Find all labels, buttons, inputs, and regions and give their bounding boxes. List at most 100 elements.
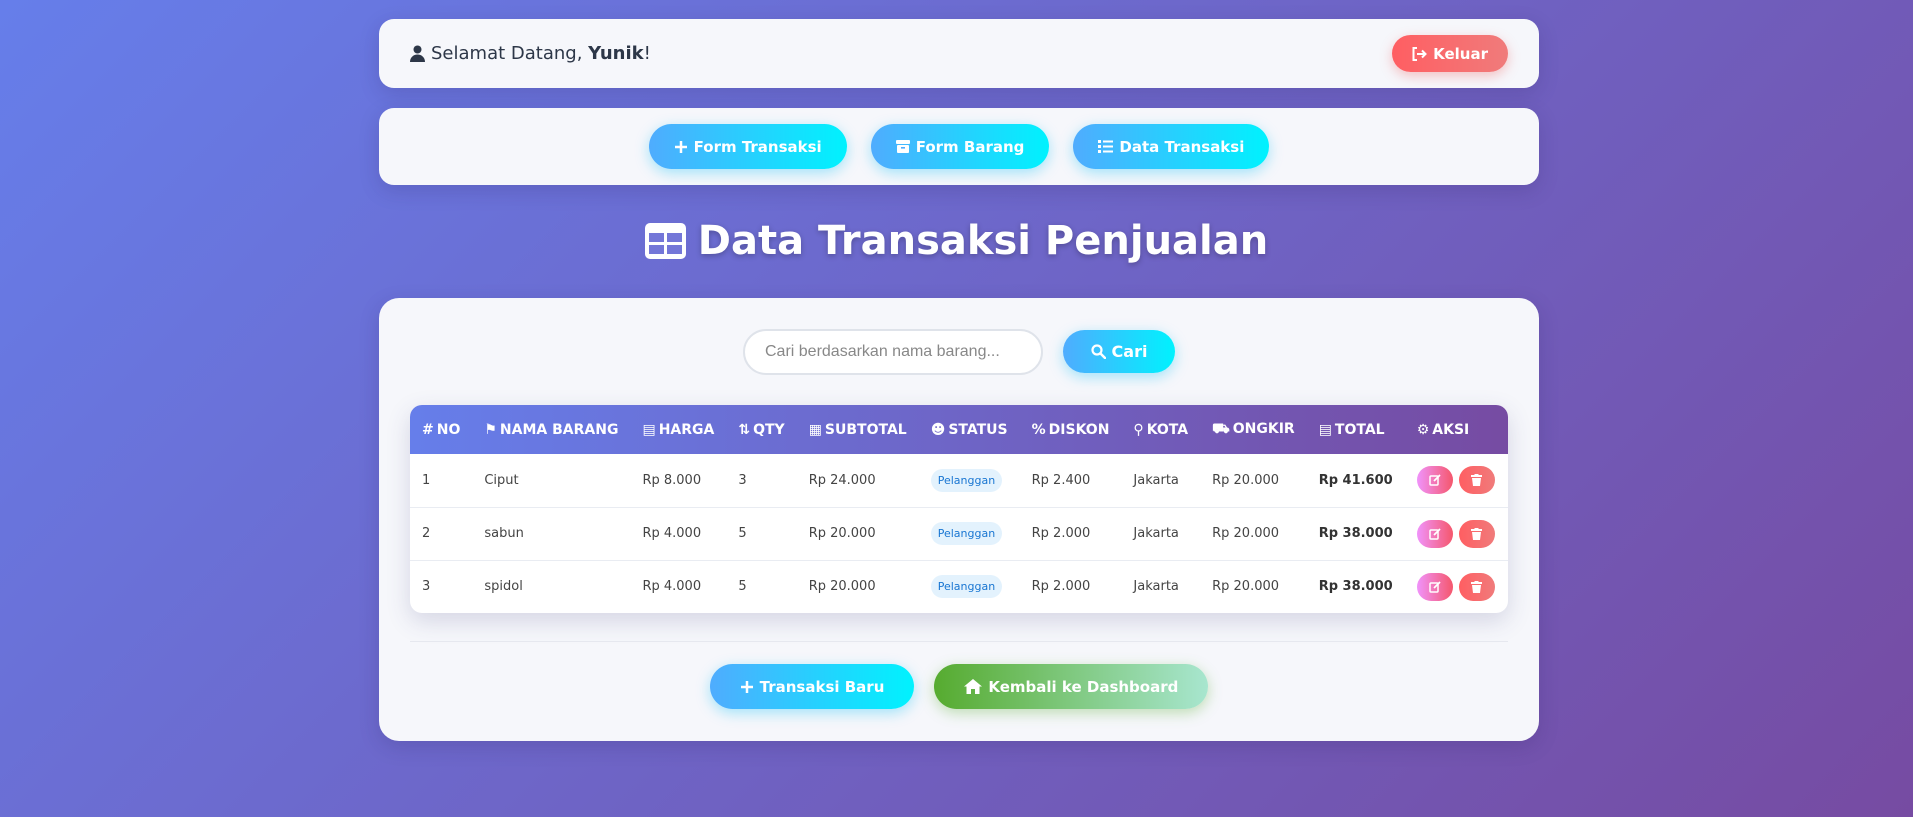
back-to-dashboard-label: Kembali ke Dashboard bbox=[988, 677, 1179, 696]
cell-diskon: Rp 2.000 bbox=[1019, 507, 1122, 561]
nav-label: Data Transaksi bbox=[1119, 137, 1245, 156]
column-label: HARGA bbox=[658, 421, 715, 438]
column-nama-barang: ⚑ NAMA BARANG bbox=[472, 405, 630, 454]
trash-icon bbox=[1471, 527, 1483, 540]
search-button-label: Cari bbox=[1111, 342, 1148, 361]
cell-ongkir: Rp 20.000 bbox=[1200, 454, 1307, 508]
exclaim-text: ! bbox=[643, 43, 651, 64]
column-no: # NO bbox=[410, 405, 472, 454]
column-label: NAMA BARANG bbox=[499, 421, 619, 438]
cell-nama: spidol bbox=[484, 579, 523, 595]
status-badge: Pelanggan bbox=[930, 468, 1003, 492]
new-transaction-label: Transaksi Baru bbox=[759, 677, 885, 696]
cell-aksi bbox=[1404, 454, 1508, 508]
column-label: KOTA bbox=[1146, 421, 1189, 438]
cell-aksi bbox=[1404, 507, 1508, 561]
logout-button[interactable]: Keluar bbox=[1392, 35, 1508, 72]
cell-kota: Jakarta bbox=[1121, 454, 1201, 508]
plus-icon bbox=[674, 140, 688, 154]
transaction-table: # NO ⚑ NAMA BARANG ▤ HARGA ⇅ QTY ▦ SUBTOTAL ☻… bbox=[410, 405, 1508, 613]
edit-button[interactable] bbox=[1416, 519, 1453, 548]
divider bbox=[410, 641, 1508, 642]
greeting-text: Selamat Datang, bbox=[431, 43, 589, 64]
page-title: Data Transaksi Penjualan bbox=[0, 218, 1913, 264]
edit-icon bbox=[1428, 581, 1441, 593]
cogs-icon: ⚙ bbox=[1416, 421, 1430, 438]
cell-kota: Jakarta bbox=[1133, 579, 1179, 595]
column-kota: ⚲ KOTA bbox=[1121, 405, 1200, 454]
back-to-dashboard-button[interactable]: Kembali ke Dashboard bbox=[934, 664, 1209, 709]
plus-icon bbox=[740, 680, 754, 694]
map-pin-icon: ⚲ bbox=[1133, 421, 1144, 438]
column-label: SUBTOTAL bbox=[824, 421, 907, 438]
edit-icon bbox=[1428, 527, 1441, 540]
list-icon bbox=[1098, 140, 1114, 153]
cell-qty: 5 bbox=[726, 507, 797, 561]
cell-qty: 5 bbox=[738, 579, 747, 595]
footer-actions: Transaksi Baru Kembali ke Dashboard bbox=[379, 664, 1539, 709]
delete-button[interactable] bbox=[1458, 572, 1495, 601]
welcome-message: Selamat Datang, Yunik! bbox=[410, 43, 651, 64]
cell-diskon: Rp 2.000 bbox=[1031, 579, 1091, 595]
new-transaction-button[interactable]: Transaksi Baru bbox=[709, 664, 915, 709]
edit-button[interactable] bbox=[1416, 572, 1453, 601]
edit-icon bbox=[1428, 474, 1441, 486]
home-icon bbox=[964, 679, 983, 694]
cell-no: 1 bbox=[410, 454, 473, 508]
cell-diskon: Rp 2.400 bbox=[1019, 454, 1122, 508]
cell-subtotal: Rp 24.000 bbox=[796, 454, 919, 508]
column-total: ▤ TOTAL bbox=[1307, 405, 1405, 454]
money-icon: ▤ bbox=[642, 421, 656, 438]
search-input[interactable] bbox=[743, 329, 1043, 375]
nav-label: Form Barang bbox=[915, 137, 1025, 156]
cell-harga: Rp 8.000 bbox=[630, 454, 727, 508]
percent-icon: % bbox=[1031, 421, 1046, 438]
trash-icon bbox=[1471, 474, 1483, 487]
trash-icon bbox=[1471, 580, 1483, 593]
nav-form-barang-button[interactable]: Form Barang bbox=[870, 124, 1050, 169]
cell-subtotal: Rp 20.000 bbox=[796, 507, 919, 561]
nav-form-transaksi-button[interactable]: Form Transaksi bbox=[648, 124, 847, 169]
user-icon bbox=[410, 45, 425, 62]
column-label: STATUS bbox=[948, 421, 1008, 438]
cell-harga: Rp 4.000 bbox=[630, 507, 727, 561]
column-label: DISKON bbox=[1048, 421, 1110, 438]
cell-ongkir: Rp 20.000 bbox=[1212, 579, 1280, 595]
cell-kota: Jakarta bbox=[1121, 507, 1201, 561]
delete-button[interactable] bbox=[1458, 466, 1495, 495]
column-status: ☻ STATUS bbox=[919, 405, 1020, 454]
column-aksi: ⚙ AKSI bbox=[1405, 405, 1508, 454]
cell-nama: Ciput bbox=[472, 454, 631, 508]
truck-icon: ⛟ bbox=[1212, 420, 1230, 437]
nav-bar: Form Transaksi Form Barang Data Transaks… bbox=[379, 108, 1539, 185]
column-diskon: % DISKON bbox=[1020, 405, 1122, 454]
sort-icon: ⇅ bbox=[738, 421, 751, 438]
search-form: Cari bbox=[379, 329, 1539, 375]
edit-button[interactable] bbox=[1416, 466, 1453, 495]
search-button[interactable]: Cari bbox=[1063, 330, 1175, 373]
column-label: ONGKIR bbox=[1232, 420, 1295, 437]
calculator-icon: ▦ bbox=[808, 421, 822, 438]
cell-subtotal: Rp 20.000 bbox=[808, 579, 876, 595]
page-title-text: Data Transaksi Penjualan bbox=[697, 218, 1269, 264]
header-bar: Selamat Datang, Yunik! Keluar bbox=[379, 19, 1539, 88]
logout-label: Keluar bbox=[1433, 44, 1488, 63]
column-qty: ⇅ QTY bbox=[726, 405, 796, 454]
transaction-card: Cari #NO ⚑NAMA BARANG ▤HARGA ⇅QTY ▦SUBTO… bbox=[379, 298, 1539, 741]
nav-data-transaksi-button[interactable]: Data Transaksi bbox=[1073, 124, 1270, 169]
user-tag-icon: ☻ bbox=[930, 421, 946, 438]
delete-button[interactable] bbox=[1458, 519, 1495, 548]
sign-out-icon bbox=[1412, 46, 1428, 61]
cell-qty: 3 bbox=[726, 454, 797, 508]
table-row: 2 sabun Rp 4.000 5 Rp 20.000 Pelanggan R… bbox=[410, 507, 1508, 561]
nav-label: Form Transaksi bbox=[693, 137, 822, 156]
search-icon bbox=[1090, 344, 1106, 359]
cell-total: Rp 38.000 bbox=[1306, 507, 1405, 561]
username: Yunik bbox=[588, 43, 644, 64]
table-icon bbox=[644, 223, 686, 259]
column-label: NO bbox=[436, 421, 461, 438]
hash-icon: # bbox=[422, 421, 434, 438]
box-icon bbox=[895, 140, 910, 153]
cell-status: Pelanggan bbox=[919, 560, 1020, 613]
cell-harga: Rp 4.000 bbox=[642, 579, 702, 595]
